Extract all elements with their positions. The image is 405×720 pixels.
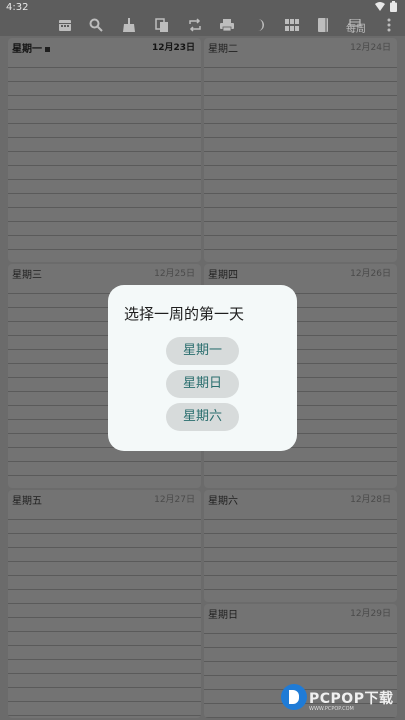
day-header: 星期四 12月26日: [204, 264, 397, 281]
day-name: 星期二: [208, 44, 238, 55]
selected-marker-icon: [45, 46, 50, 52]
day-name: 星期三: [12, 270, 42, 281]
day-date: 12月24日: [350, 43, 391, 53]
day-name: 星期六: [208, 496, 238, 507]
dialog-title: 选择一周的第一天: [124, 305, 245, 323]
day-card-monday[interactable]: 星期一 12月23日: [8, 38, 201, 262]
print-icon[interactable]: [219, 18, 235, 34]
option-sunday-button[interactable]: 星期日: [166, 370, 239, 398]
day-name: 星期日: [208, 610, 238, 621]
notes-area[interactable]: [204, 54, 397, 262]
brush-icon[interactable]: [121, 18, 137, 34]
day-date: 12月27日: [154, 495, 195, 505]
day-date: 12月25日: [154, 269, 195, 279]
option-monday-button[interactable]: 星期一: [166, 337, 239, 365]
battery-icon: [390, 1, 397, 15]
day-header: 星期六 12月28日: [204, 490, 397, 507]
day-header: 星期五 12月27日: [8, 490, 201, 507]
day-date: 12月23日: [151, 43, 195, 53]
day-header: 星期三 12月25日: [8, 264, 201, 281]
grid-icon[interactable]: [284, 18, 300, 34]
day-name: 星期五: [12, 496, 42, 507]
copy-icon[interactable]: [154, 18, 170, 34]
calendar-icon[interactable]: [57, 18, 73, 34]
pcpop-logo-icon: [281, 684, 307, 710]
watermark-subtext: WWW.PCPOP.COM: [309, 706, 354, 712]
day-date: 12月28日: [350, 495, 391, 505]
first-day-of-week-dialog: 选择一周的第一天 星期一 星期日 星期六: [108, 285, 297, 451]
watermark-text: PCPOP下载: [309, 691, 394, 707]
system-icons: [375, 1, 397, 15]
sync-icon[interactable]: [187, 18, 203, 34]
day-date: 12月29日: [350, 609, 391, 619]
day-card-saturday[interactable]: 星期六 12月28日: [204, 490, 397, 602]
status-time: 4:32: [6, 2, 29, 13]
day-header: 星期日 12月29日: [204, 604, 397, 621]
notes-area[interactable]: [204, 506, 397, 602]
moon-icon[interactable]: [252, 18, 268, 34]
day-date: 12月26日: [350, 269, 391, 279]
more-icon[interactable]: [381, 18, 397, 34]
wifi-icon: [375, 2, 385, 14]
status-bar: 4:32: [0, 0, 405, 16]
search-icon[interactable]: [88, 18, 104, 34]
book-icon[interactable]: [315, 18, 331, 34]
day-header: 星期一 12月23日: [8, 38, 201, 55]
day-card-tuesday[interactable]: 星期二 12月24日: [204, 38, 397, 262]
notes-area[interactable]: [8, 54, 201, 262]
day-name: 星期四: [208, 270, 238, 281]
day-card-friday[interactable]: 星期五 12月27日: [8, 490, 201, 718]
watermark: PCPOP下载 WWW.PCPOP.COM: [281, 684, 405, 720]
toolbar: 每周: [0, 16, 405, 36]
option-saturday-button[interactable]: 星期六: [166, 403, 239, 431]
notes-area[interactable]: [8, 506, 201, 718]
day-name: 星期一: [12, 40, 50, 55]
day-header: 星期二 12月24日: [204, 38, 397, 55]
week-view-label[interactable]: 每周: [346, 20, 366, 35]
